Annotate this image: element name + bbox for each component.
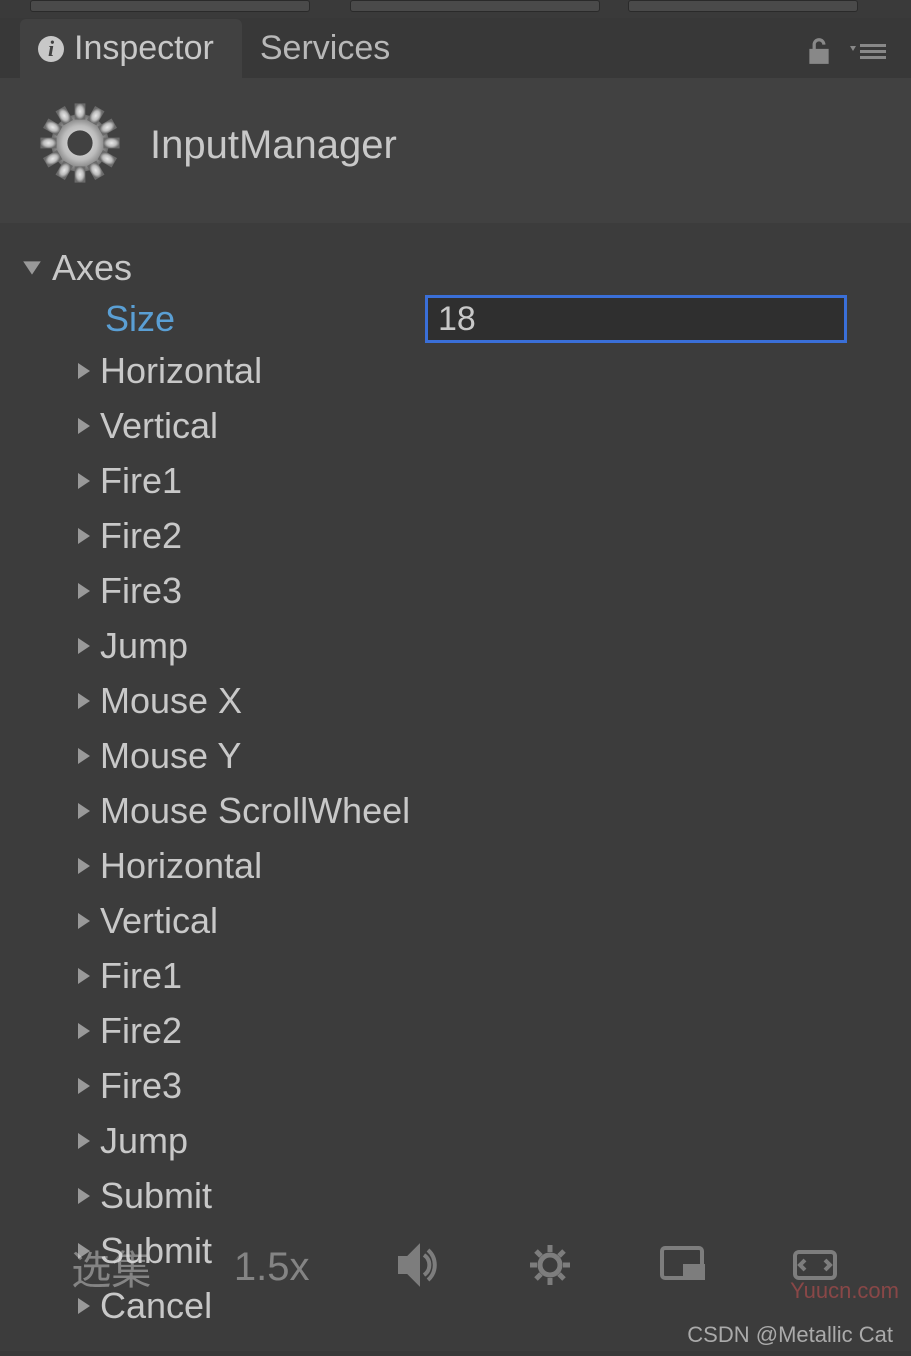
axis-label: Jump [100, 625, 188, 667]
axis-item[interactable]: Horizontal [10, 838, 901, 893]
axis-item[interactable]: Submit [10, 1223, 901, 1278]
tab-services-label: Services [260, 29, 390, 68]
size-label: Size [105, 298, 425, 340]
size-row: Size [10, 295, 901, 343]
chevron-right-icon [72, 746, 96, 766]
axis-label: Jump [100, 1120, 188, 1162]
axis-label: Vertical [100, 900, 218, 942]
watermark-site: Yuucn.com [790, 1278, 899, 1304]
axis-item[interactable]: Mouse Y [10, 728, 901, 783]
toolbar-button-3[interactable] [628, 0, 858, 12]
chevron-right-icon [72, 1021, 96, 1041]
axis-label: Cancel [100, 1285, 212, 1327]
axis-label: Submit [100, 1175, 212, 1217]
chevron-right-icon [72, 856, 96, 876]
axis-item[interactable]: Submit [10, 1168, 901, 1223]
chevron-right-icon [72, 361, 96, 381]
page-title: InputManager [150, 123, 397, 168]
axis-item[interactable]: Fire2 [10, 508, 901, 563]
chevron-right-icon [72, 1296, 96, 1316]
chevron-right-icon [72, 416, 96, 436]
chevron-right-icon [72, 636, 96, 656]
axis-item[interactable]: Jump [10, 618, 901, 673]
gear-icon [35, 98, 125, 193]
tabs-row: i Inspector Services [0, 18, 911, 78]
chevron-right-icon [72, 1241, 96, 1261]
toolbar-button-2[interactable] [350, 0, 600, 12]
toolbar-button-1[interactable] [30, 0, 310, 12]
axis-label: Fire3 [100, 1065, 182, 1107]
axis-item[interactable]: Fire1 [10, 948, 901, 1003]
chevron-right-icon [72, 801, 96, 821]
info-icon: i [38, 36, 64, 62]
top-toolbar [0, 0, 911, 18]
axis-label: Vertical [100, 405, 218, 447]
axes-label: Axes [52, 247, 132, 289]
axes-foldout[interactable]: Axes [10, 241, 901, 295]
axis-label: Submit [100, 1230, 212, 1272]
axis-label: Fire3 [100, 570, 182, 612]
tab-inspector-label: Inspector [74, 29, 214, 68]
tab-inspector[interactable]: i Inspector [20, 19, 242, 78]
inspector-header: InputManager ? [0, 78, 911, 223]
chevron-right-icon [72, 526, 96, 546]
axis-item[interactable]: Fire2 [10, 1003, 901, 1058]
axis-item[interactable]: Mouse ScrollWheel [10, 783, 901, 838]
axis-item[interactable]: Mouse X [10, 673, 901, 728]
watermark-author: CSDN @Metallic Cat [687, 1322, 893, 1348]
chevron-right-icon [72, 691, 96, 711]
axis-item[interactable]: Fire1 [10, 453, 901, 508]
size-input[interactable] [425, 295, 847, 343]
axis-label: Mouse X [100, 680, 242, 722]
chevron-right-icon [72, 911, 96, 931]
axis-item[interactable]: Fire3 [10, 1058, 901, 1113]
chevron-right-icon [72, 1131, 96, 1151]
axis-item[interactable]: Horizontal [10, 343, 901, 398]
axis-item[interactable]: Jump [10, 1113, 901, 1168]
chevron-right-icon [72, 966, 96, 986]
inspector-content: Axes Size Horizontal Vertical Fire1 Fire2 Fi… [0, 223, 911, 1351]
axis-label: Fire2 [100, 1010, 182, 1052]
chevron-down-icon [20, 257, 44, 279]
chevron-right-icon [72, 471, 96, 491]
axis-item[interactable]: Fire3 [10, 563, 901, 618]
chevron-right-icon [72, 1186, 96, 1206]
tab-services[interactable]: Services [242, 19, 418, 78]
chevron-right-icon [72, 581, 96, 601]
axis-label: Fire1 [100, 460, 182, 502]
chevron-right-icon [72, 1076, 96, 1096]
lock-icon[interactable] [806, 36, 832, 71]
panel-menu-icon[interactable] [850, 40, 886, 67]
axis-label: Mouse Y [100, 735, 241, 777]
axis-label: Horizontal [100, 350, 262, 392]
axis-item[interactable]: Vertical [10, 398, 901, 453]
axis-label: Horizontal [100, 845, 262, 887]
axis-label: Fire1 [100, 955, 182, 997]
axis-label: Mouse ScrollWheel [100, 790, 410, 832]
axis-label: Fire2 [100, 515, 182, 557]
axis-item[interactable]: Vertical [10, 893, 901, 948]
